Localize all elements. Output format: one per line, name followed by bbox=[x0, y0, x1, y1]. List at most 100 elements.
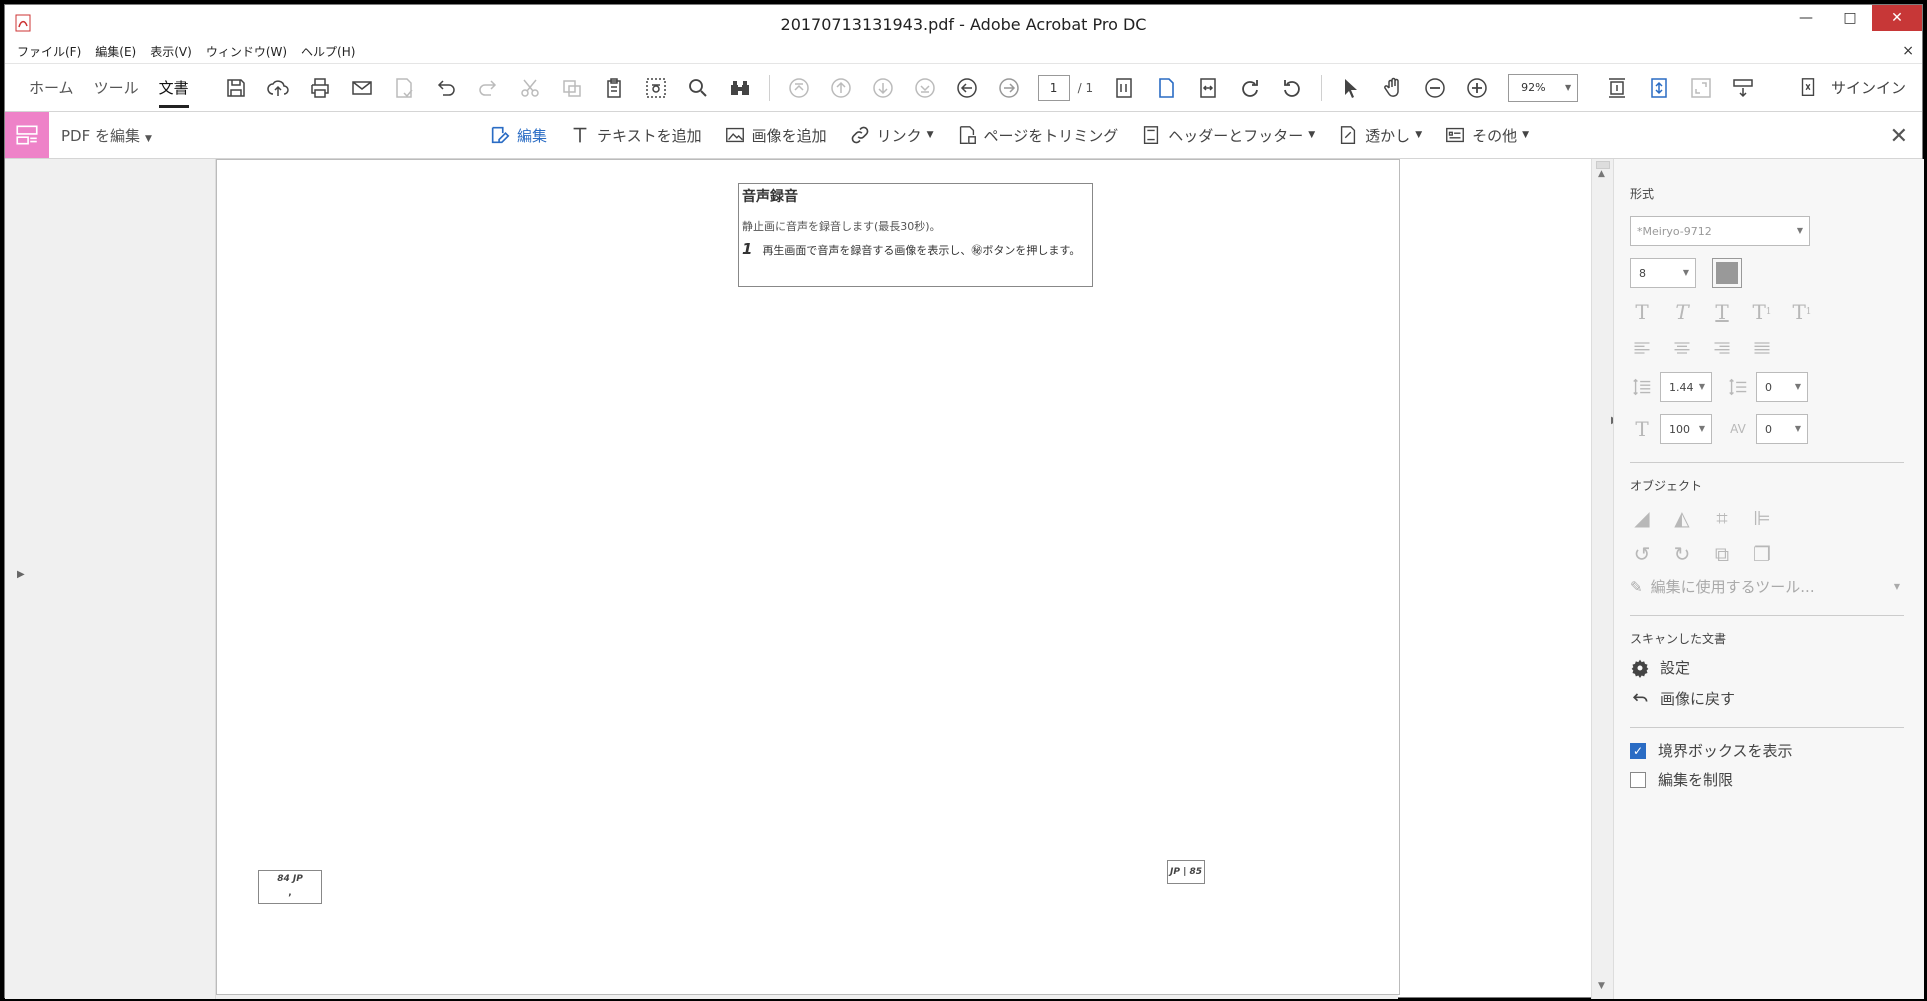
restrict-editing-label: 編集を制限 bbox=[1658, 771, 1734, 789]
menu-file[interactable]: ファイル(F) bbox=[17, 43, 81, 60]
menu-window[interactable]: ウィンドウ(W) bbox=[206, 43, 287, 60]
rotate-ccw-icon[interactable] bbox=[1278, 74, 1306, 102]
tab-document[interactable]: 文書 bbox=[149, 64, 199, 112]
close-window-button[interactable]: ✕ bbox=[1872, 5, 1922, 31]
checkbox-unchecked-icon[interactable] bbox=[1630, 771, 1646, 788]
paragraph-spacing-select[interactable]: 0 ▼ bbox=[1756, 372, 1808, 402]
show-bounding-box-label: 境界ボックスを表示 bbox=[1658, 742, 1793, 760]
select-cursor-icon[interactable] bbox=[1337, 74, 1365, 102]
fit-page-icon[interactable] bbox=[1645, 74, 1673, 102]
horizontal-scale-select[interactable]: 100 ▼ bbox=[1660, 414, 1712, 444]
font-color-swatch[interactable] bbox=[1712, 258, 1742, 288]
revert-icon bbox=[1632, 692, 1648, 702]
pdf-page[interactable]: 音声録音 静止画に音声を録音します(最長30秒)。 1 再生画面で音声を録音する画… bbox=[216, 159, 1400, 995]
chevron-down-icon: ▼ bbox=[1794, 382, 1801, 391]
search-icon[interactable] bbox=[684, 74, 712, 102]
line-spacing-select[interactable]: 1.44 ▼ bbox=[1660, 372, 1712, 402]
show-bounding-box-checkbox[interactable]: ✓ 境界ボックスを表示 bbox=[1630, 740, 1904, 761]
revert-to-image-button[interactable]: 画像に戻す bbox=[1630, 688, 1904, 709]
scroll-up-icon[interactable]: ▲ bbox=[1598, 169, 1605, 179]
add-text-button[interactable]: テキストを追加 bbox=[569, 124, 702, 146]
character-spacing-select[interactable]: 0 ▼ bbox=[1756, 414, 1808, 444]
find-binoculars-icon[interactable] bbox=[726, 74, 754, 102]
edit-pdf-label: PDF を編集 bbox=[61, 126, 140, 145]
step-text: 再生画面で音声を録音する画像を表示し、㊙ボタンを押します。 bbox=[762, 244, 1081, 257]
revert-label: 画像に戻す bbox=[1660, 690, 1736, 708]
sign-in-button[interactable]: サインイン bbox=[1797, 76, 1906, 98]
edit-pdf-dropdown[interactable]: PDF を編集 ▼ bbox=[61, 125, 152, 146]
chevron-down-icon: ▼ bbox=[1415, 130, 1423, 140]
hand-icon[interactable] bbox=[1379, 74, 1407, 102]
align-justify-icon bbox=[1750, 336, 1774, 360]
scroll-mode-icon[interactable] bbox=[1603, 74, 1631, 102]
close-edit-toolbar-button[interactable]: ✕ bbox=[1890, 124, 1908, 149]
single-page-icon[interactable] bbox=[1152, 74, 1180, 102]
minimize-button[interactable]: — bbox=[1784, 5, 1828, 31]
edit-using-tool-dropdown: ✎ 編集に使用するツール... ▼ bbox=[1630, 576, 1904, 597]
watermark-button[interactable]: 透かし ▼ bbox=[1337, 124, 1422, 146]
read-mode-icon[interactable] bbox=[1729, 74, 1757, 102]
redo-icon bbox=[474, 74, 502, 102]
fit-width-icon[interactable] bbox=[1194, 74, 1222, 102]
tab-home[interactable]: ホーム bbox=[19, 64, 84, 112]
save-icon[interactable] bbox=[222, 74, 250, 102]
print-icon[interactable] bbox=[306, 74, 334, 102]
scroll-thumb[interactable] bbox=[1596, 161, 1610, 169]
scroll-down-icon[interactable]: ▼ bbox=[1598, 981, 1605, 991]
replace-image-icon: ⧉ bbox=[1714, 542, 1730, 566]
chevron-down-icon: ▼ bbox=[1698, 382, 1705, 391]
maximize-button[interactable]: □ bbox=[1828, 5, 1872, 31]
undo-icon[interactable] bbox=[432, 74, 460, 102]
acrobat-window: 20170713131943.pdf - Adobe Acrobat Pro D… bbox=[4, 4, 1924, 999]
restrict-editing-checkbox[interactable]: 編集を制限 bbox=[1630, 769, 1904, 790]
font-size-select[interactable]: 8 ▼ bbox=[1630, 258, 1696, 288]
window-controls: — □ ✕ bbox=[1784, 5, 1922, 35]
paste-icon[interactable] bbox=[600, 74, 628, 102]
certify-icon bbox=[390, 74, 418, 102]
mail-icon[interactable] bbox=[348, 74, 376, 102]
zoom-select[interactable]: 92% ▼ bbox=[1508, 73, 1579, 102]
doc-heading: 音声録音 bbox=[742, 189, 798, 205]
link-label: リンク bbox=[876, 126, 922, 145]
page-number-right[interactable]: JP | 85 bbox=[1167, 860, 1205, 884]
zoom-in-icon[interactable] bbox=[1463, 74, 1491, 102]
vertical-scrollbar[interactable]: ▲ ▼ bbox=[1591, 159, 1613, 999]
page-thumbnails-icon[interactable] bbox=[1110, 74, 1138, 102]
superscript-icon: T1 bbox=[1752, 300, 1772, 324]
menu-view[interactable]: 表示(V) bbox=[150, 43, 192, 60]
menu-help[interactable]: ヘルプ(H) bbox=[301, 43, 355, 60]
next-page-icon bbox=[869, 74, 897, 102]
add-image-button[interactable]: 画像を追加 bbox=[724, 124, 827, 146]
link-button[interactable]: リンク ▼ bbox=[849, 124, 934, 146]
scan-settings-button[interactable]: 設定 bbox=[1630, 657, 1904, 678]
chevron-down-icon: ▼ bbox=[1522, 130, 1530, 140]
font-family-select[interactable]: *Meiryo-9712 ▼ bbox=[1630, 216, 1810, 246]
text-block[interactable]: 音声録音 静止画に音声を録音します(最長30秒)。 1 再生画面で音声を録音する画… bbox=[738, 183, 1093, 287]
edit-pdf-tool-icon[interactable] bbox=[5, 112, 49, 158]
gear-icon bbox=[1631, 659, 1649, 678]
expand-left-panel-icon[interactable]: ▶ bbox=[17, 569, 25, 580]
character-spacing-value: 0 bbox=[1765, 423, 1772, 436]
close-document-button[interactable]: × bbox=[1902, 43, 1914, 59]
section-divider bbox=[1630, 727, 1904, 728]
back-icon[interactable] bbox=[953, 74, 981, 102]
chevron-down-icon: ▼ bbox=[1893, 582, 1900, 591]
rotate-cw-icon[interactable] bbox=[1236, 74, 1264, 102]
page-number-left[interactable]: 84 JP , bbox=[258, 870, 322, 904]
menu-edit[interactable]: 編集(E) bbox=[95, 43, 136, 60]
zoom-out-icon[interactable] bbox=[1421, 74, 1449, 102]
tab-tools[interactable]: ツール bbox=[84, 64, 149, 112]
edit-icon bbox=[491, 126, 510, 144]
checkbox-checked-icon[interactable]: ✓ bbox=[1630, 742, 1646, 759]
page-number-input[interactable]: 1 bbox=[1037, 74, 1070, 101]
cut-icon bbox=[516, 74, 544, 102]
upload-cloud-icon[interactable] bbox=[264, 74, 292, 102]
toolbar-separator bbox=[768, 74, 770, 101]
header-footer-button[interactable]: ヘッダーとフッター ▼ bbox=[1140, 124, 1315, 146]
crop-pages-button[interactable]: ページをトリミング bbox=[956, 124, 1118, 146]
snapshot-icon[interactable] bbox=[642, 74, 670, 102]
more-button[interactable]: その他 ▼ bbox=[1444, 124, 1529, 146]
document-area[interactable]: 音声録音 静止画に音声を録音します(最長30秒)。 1 再生画面で音声を録音する画… bbox=[216, 159, 1400, 999]
edit-button[interactable]: 編集 bbox=[489, 124, 547, 146]
text-underline-icon: T bbox=[1715, 300, 1729, 324]
